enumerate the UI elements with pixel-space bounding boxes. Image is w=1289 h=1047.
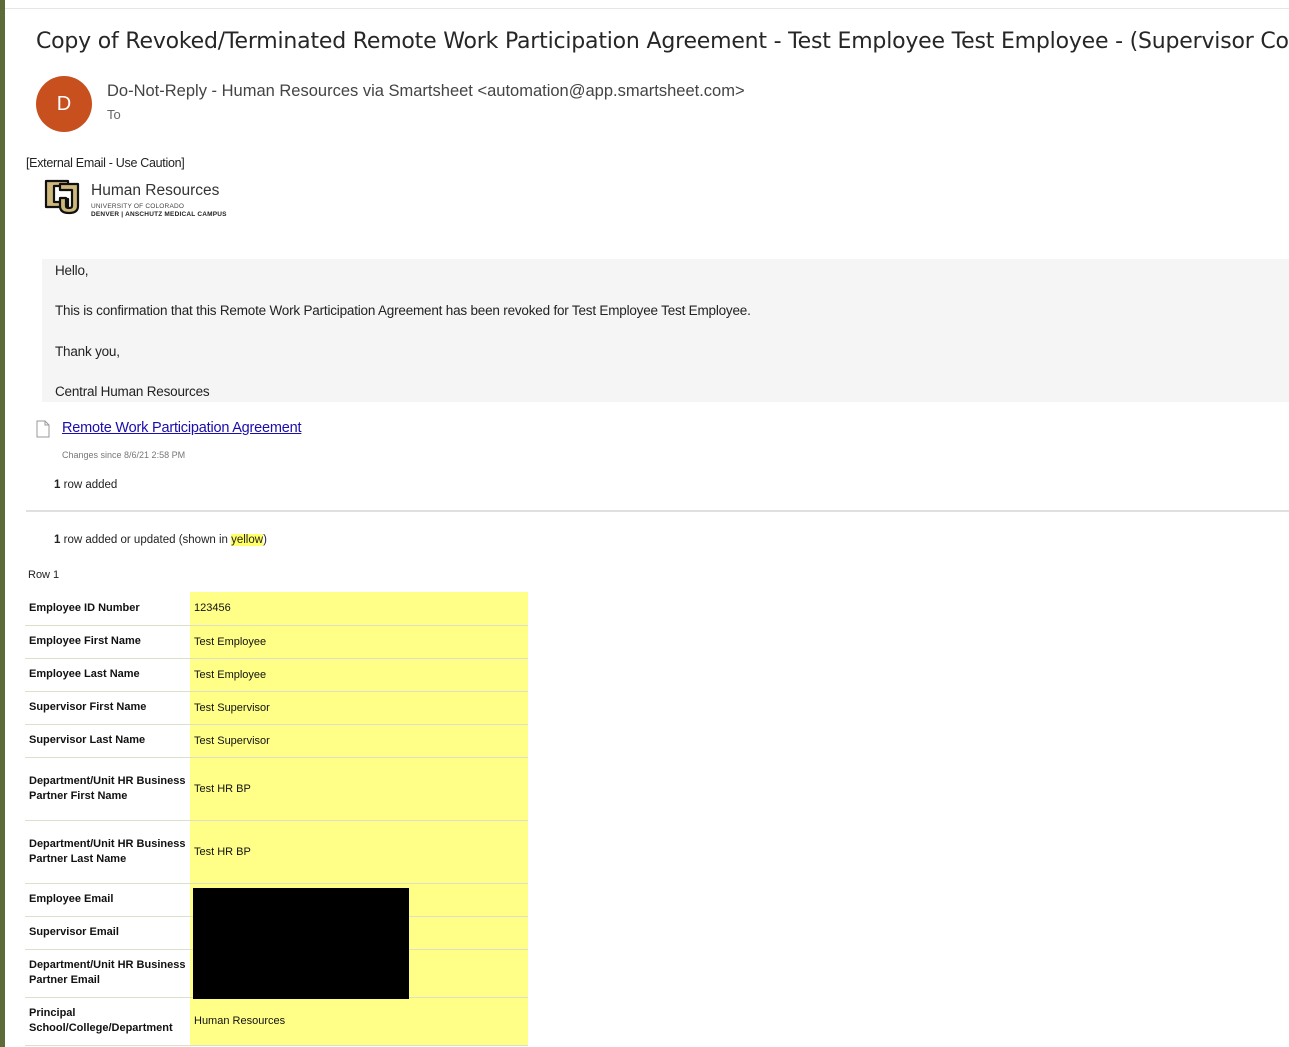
hr-logo: Human Resources UNIVERSITY OF COLORADO D… — [43, 176, 303, 222]
field-value: Test Supervisor — [190, 724, 528, 758]
field-label: Employee ID Number — [25, 592, 190, 626]
updated-text: row added or updated (shown in — [63, 534, 232, 546]
table-row: Department/Unit HR Business Partner Last… — [25, 820, 528, 884]
to-label: To — [107, 107, 121, 122]
table-row: Employee ID Number 123456 — [25, 592, 528, 626]
document-icon — [36, 420, 50, 438]
table-row: Employee First Name Test Employee — [25, 625, 528, 659]
message-greeting: Hello, — [55, 263, 89, 278]
table-row: Employee Last Name Test Employee — [25, 658, 528, 692]
field-value: Test HR BP — [190, 757, 528, 821]
sender-avatar[interactable]: D — [36, 76, 92, 132]
field-value: Test Employee — [190, 658, 528, 692]
field-value: Human Resources — [190, 997, 528, 1046]
field-label: Supervisor Last Name — [25, 724, 190, 758]
field-value: 123456 — [190, 592, 528, 626]
field-value: Test Employee — [190, 625, 528, 659]
table-row: Department/Unit HR Business Partner Firs… — [25, 757, 528, 821]
yellow-highlight-label: yellow — [231, 534, 264, 546]
avatar-initial: D — [56, 92, 72, 115]
field-label: Supervisor First Name — [25, 691, 190, 725]
table-row: Supervisor First Name Test Supervisor — [25, 691, 528, 725]
message-signature: Central Human Resources — [55, 384, 210, 399]
left-accent-bar — [0, 0, 5, 1047]
agreement-link[interactable]: Remote Work Participation Agreement — [62, 420, 302, 436]
cu-logo-icon — [44, 179, 80, 215]
email-subject: Copy of Revoked/Terminated Remote Work P… — [36, 29, 1289, 54]
field-label: Supervisor Email — [25, 916, 190, 950]
field-label: Employee Email — [25, 883, 190, 917]
field-label: Employee First Name — [25, 625, 190, 659]
field-label: Employee Last Name — [25, 658, 190, 692]
logo-university: UNIVERSITY OF COLORADO — [91, 203, 185, 210]
message-body: Hello, This is confirmation that this Re… — [42, 259, 1289, 402]
logo-title: Human Resources — [91, 182, 220, 199]
header-divider — [5, 8, 1289, 9]
table-row: Principal School/College/Department Huma… — [25, 997, 528, 1046]
row-added-text: row added — [63, 479, 118, 491]
message-closing: Thank you, — [55, 344, 120, 359]
field-value: Test Supervisor — [190, 691, 528, 725]
updated-text-close: ) — [263, 534, 267, 546]
redaction-box — [193, 888, 409, 999]
row-title: Row 1 — [28, 569, 60, 581]
logo-campus: DENVER | ANSCHUTZ MEDICAL CAMPUS — [91, 211, 227, 218]
section-divider — [26, 510, 1289, 512]
field-value: Test HR BP — [190, 820, 528, 884]
updated-note: 1 row added or updated (shown in yellow) — [54, 534, 267, 546]
sender-line[interactable]: Do-Not-Reply - Human Resources via Smart… — [107, 82, 745, 101]
field-label: Department/Unit HR Business Partner Emai… — [25, 949, 190, 998]
message-text: This is confirmation that this Remote Wo… — [55, 303, 751, 318]
external-email-banner: [External Email - Use Caution] — [26, 156, 185, 170]
field-label: Department/Unit HR Business Partner Firs… — [25, 757, 190, 821]
table-row: Supervisor Last Name Test Supervisor — [25, 724, 528, 758]
updated-count: 1 — [54, 534, 61, 546]
field-label: Principal School/College/Department — [25, 997, 190, 1046]
field-label: Department/Unit HR Business Partner Last… — [25, 820, 190, 884]
row-added-summary: 1 row added — [54, 479, 117, 491]
row-added-count: 1 — [54, 479, 61, 491]
changes-since: Changes since 8/6/21 2:58 PM — [62, 450, 186, 460]
